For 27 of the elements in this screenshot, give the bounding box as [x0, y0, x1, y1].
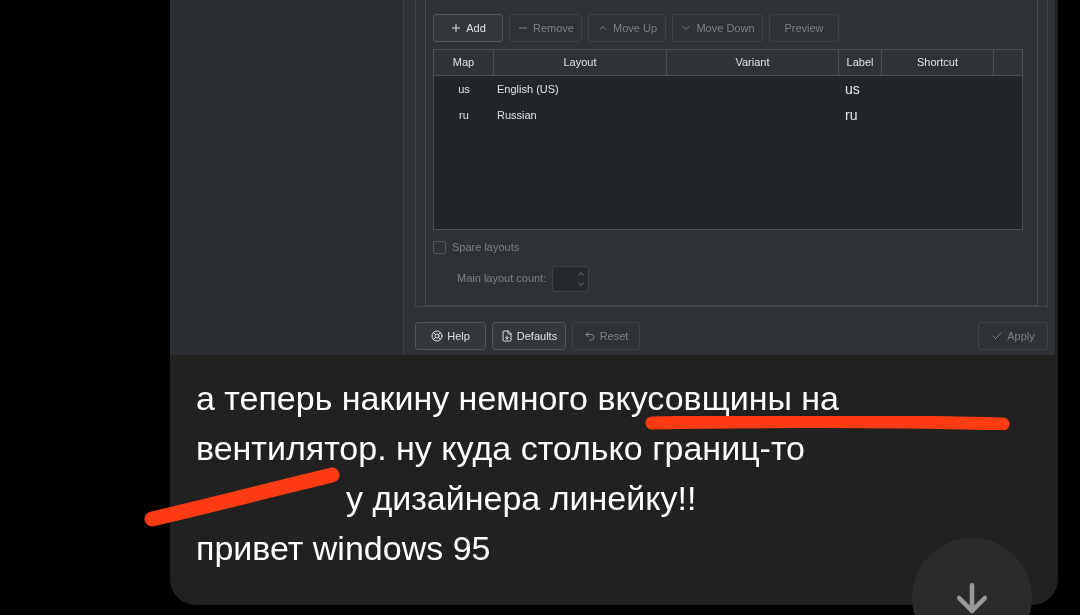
message-line: у дизайнера линейку!!: [346, 481, 697, 515]
column-header[interactable]: Variant: [667, 50, 839, 75]
table-cell-text: Russian: [496, 107, 538, 123]
check-icon: [991, 330, 1004, 342]
message-line: привет windows 95: [196, 531, 491, 565]
table-cell-text: ru: [458, 107, 470, 123]
add-button[interactable]: Add: [433, 14, 503, 42]
help-icon: [431, 330, 444, 342]
column-header[interactable]: Layout: [494, 50, 667, 75]
message-line: вентилятор. ну куда столько границ-то: [196, 431, 806, 465]
column-header[interactable]: Shortcut: [882, 50, 994, 75]
checkbox[interactable]: [433, 240, 446, 254]
table-cell-text: us: [844, 79, 861, 99]
help-button[interactable]: Help: [415, 322, 486, 350]
defaults-button[interactable]: Defaults: [492, 322, 566, 350]
table-cell-text: ru: [844, 105, 859, 125]
table-cell-text: English (US): [496, 81, 560, 97]
column-header[interactable]: Label: [839, 50, 882, 75]
field-label: Main layout count:: [457, 271, 547, 287]
table-cell-text: us: [457, 81, 471, 97]
undo-icon: [583, 330, 596, 342]
spin-box[interactable]: [552, 265, 590, 292]
column-header[interactable]: Map: [434, 50, 494, 75]
plus-icon: [450, 22, 463, 34]
document-icon: [500, 330, 513, 342]
message-line: а теперь накину немного вкусовщины на: [196, 381, 839, 415]
checkbox-label: Spare layouts: [452, 240, 520, 255]
